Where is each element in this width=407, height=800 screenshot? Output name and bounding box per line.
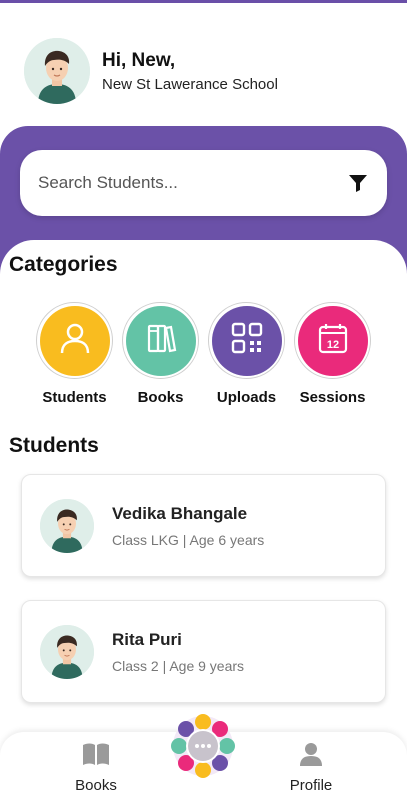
- top-accent-bar: [0, 0, 407, 3]
- student-avatar: [40, 498, 94, 553]
- student-info: Class 2 | Age 9 years: [112, 657, 245, 674]
- category-sessions[interactable]: 12 Sessions: [294, 302, 371, 406]
- student-info: Class LKG | Age 6 years: [112, 531, 265, 548]
- person-icon: [57, 320, 93, 361]
- category-students[interactable]: Students: [36, 302, 113, 406]
- search-bar: [20, 150, 387, 216]
- category-label: Books: [137, 389, 184, 406]
- category-label: Students: [42, 389, 107, 406]
- more-menu-button[interactable]: [171, 714, 235, 778]
- profile-icon: [299, 742, 323, 771]
- greeting-title: Hi, New,: [102, 49, 176, 71]
- svg-text:12: 12: [326, 339, 338, 351]
- nav-profile-label: Profile: [289, 777, 333, 794]
- nav-books[interactable]: Books: [56, 742, 136, 794]
- student-avatar: [40, 624, 94, 679]
- student-card[interactable]: Rita Puri Class 2 | Age 9 years: [21, 600, 386, 703]
- nav-profile[interactable]: Profile: [271, 742, 351, 794]
- book-icon: [82, 742, 110, 771]
- user-header: Hi, New, New St Lawerance School: [24, 38, 278, 104]
- category-books[interactable]: Books: [122, 302, 199, 406]
- search-input[interactable]: [38, 173, 347, 193]
- categories-heading: Categories: [9, 253, 118, 276]
- filter-icon[interactable]: [347, 172, 369, 194]
- categories-row: Students Books Uploads 12 Sessions: [36, 302, 371, 406]
- student-name: Rita Puri: [112, 629, 182, 649]
- books-icon: [143, 320, 179, 361]
- calendar-icon: 12: [315, 320, 351, 361]
- category-uploads[interactable]: Uploads: [208, 302, 285, 406]
- greeting-block: Hi, New, New St Lawerance School: [102, 50, 278, 93]
- category-label: Uploads: [216, 389, 277, 406]
- nav-books-label: Books: [75, 777, 117, 794]
- school-name: New St Lawerance School: [102, 75, 278, 93]
- category-label: Sessions: [299, 389, 366, 406]
- student-card[interactable]: Vedika Bhangale Class LKG | Age 6 years: [21, 474, 386, 577]
- students-heading: Students: [9, 434, 99, 457]
- qr-code-icon: [230, 321, 264, 360]
- user-avatar[interactable]: [24, 38, 90, 104]
- student-name: Vedika Bhangale: [112, 503, 248, 523]
